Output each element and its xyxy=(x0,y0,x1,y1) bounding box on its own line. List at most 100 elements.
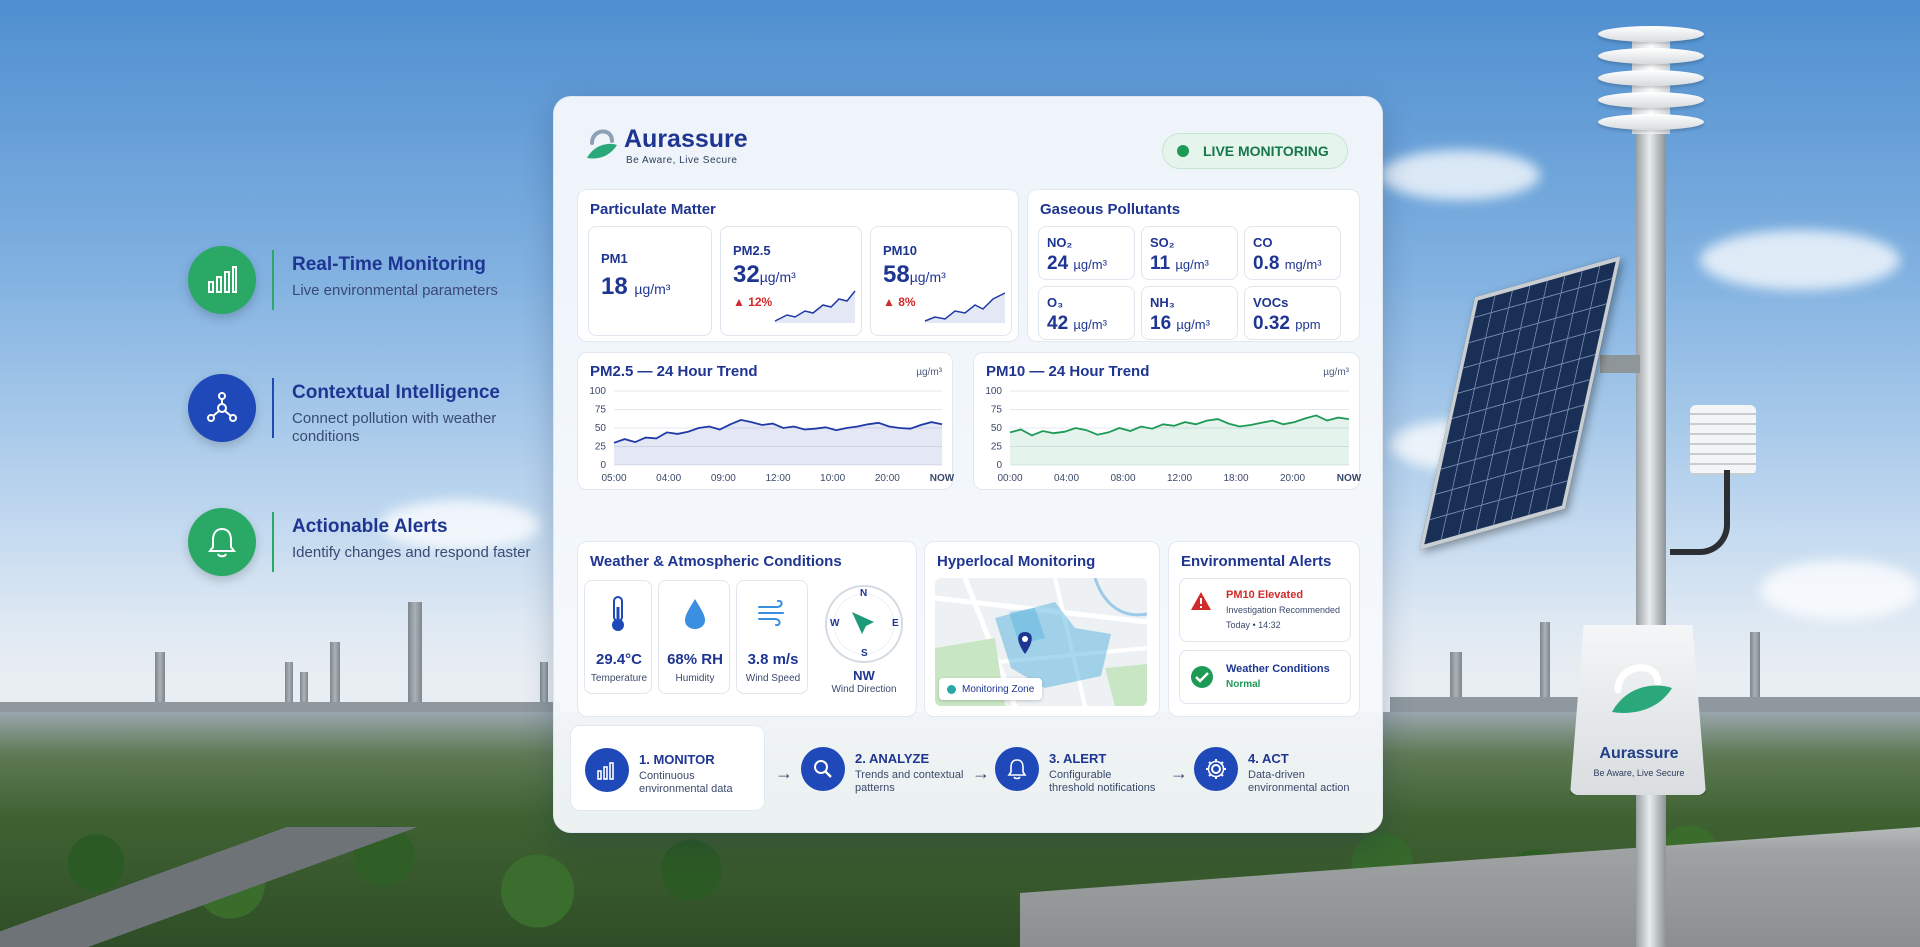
magnifier-icon xyxy=(801,747,845,791)
chart-unit: µg/m³ xyxy=(1323,367,1349,378)
brand-logo-icon xyxy=(587,129,617,159)
step-title: 4. ACT xyxy=(1248,751,1289,766)
pm25-trend-chart[interactable]: 100 75 50 25 0 05:00 04:00 09:00 12:00 10:00 20:00… xyxy=(578,383,954,489)
feature-actionable-alerts: Actionable Alerts Identify changes and r… xyxy=(180,502,560,582)
gas-tile[interactable]: SO₂ 11 µg/m³ xyxy=(1141,226,1238,280)
x-tick-label: 04:00 xyxy=(656,473,681,484)
weather-card: Weather & Atmospheric Conditions 29.4°C … xyxy=(577,541,917,717)
cloud xyxy=(1380,150,1540,200)
gas-tile[interactable]: O₃ 42 µg/m³ xyxy=(1038,286,1135,340)
pm10-trend-chart[interactable]: 100 75 50 25 0 00:00 04:00 08:00 12:00 18:00 20:00… xyxy=(974,383,1361,489)
pm25-tile[interactable]: PM2.5 32µg/m³ ▲ 12% xyxy=(720,226,862,336)
gas-tile[interactable]: NH₃ 16 µg/m³ xyxy=(1141,286,1238,340)
warning-icon xyxy=(1191,592,1211,610)
chart-title: PM2.5 — 24 Hour Trend xyxy=(590,363,758,380)
x-tick-label: 09:00 xyxy=(711,473,736,484)
divider xyxy=(272,378,274,438)
gas-label: SO₂ xyxy=(1150,235,1175,250)
alert-time: Today • 14:32 xyxy=(1226,620,1281,630)
weather-value: 68% RH xyxy=(667,651,723,668)
step-act[interactable]: 4. ACT Data-driven environmental action xyxy=(1170,725,1370,811)
step-title: 3. ALERT xyxy=(1049,751,1107,766)
bar-chart-icon xyxy=(188,246,256,314)
step-title: 2. ANALYZE xyxy=(855,751,930,766)
weather-sensor-cap xyxy=(1598,26,1704,138)
gas-tile[interactable]: NO₂ 24 µg/m³ xyxy=(1038,226,1135,280)
step-desc: Continuous environmental data xyxy=(639,770,733,795)
particulate-matter-card: Particulate Matter PM1 18 µg/m³ PM2.5 32… xyxy=(577,189,1019,342)
weather-value: 3.8 m/s xyxy=(747,651,799,668)
humidity-tile[interactable]: 68% RH Humidity xyxy=(658,580,730,694)
step-desc: Trends and contextual patterns xyxy=(855,769,964,794)
enclosure-brand-name: Aurassure xyxy=(1599,745,1679,762)
alert-title: Weather Conditions xyxy=(1226,663,1330,675)
feature-title: Actionable Alerts xyxy=(292,516,448,537)
bar-chart-icon xyxy=(585,748,629,792)
pm25-trend-card: PM2.5 — 24 Hour Trend µg/m³ 100 75 50 25 0 05… xyxy=(577,352,954,490)
metric-label: PM2.5 xyxy=(733,243,771,258)
metric-label: PM1 xyxy=(601,251,628,266)
wind-icon xyxy=(758,599,784,627)
gas-value: 24 µg/m³ xyxy=(1047,253,1107,274)
sensor-cable xyxy=(1670,470,1730,555)
y-tick-label: 75 xyxy=(595,405,607,416)
series-area xyxy=(1010,415,1349,465)
step-monitor[interactable]: 1. MONITOR Continuous environmental data xyxy=(570,725,765,811)
map-view[interactable]: Monitoring Zone xyxy=(935,578,1147,706)
thermometer-icon xyxy=(612,596,624,631)
zone-dot xyxy=(947,684,956,694)
step-alert[interactable]: 3. ALERT Configurable threshold notifica… xyxy=(975,725,1170,811)
gaseous-pollutants-card: Gaseous Pollutants NO₂ 24 µg/m³ SO₂ 11 µg/m… xyxy=(1027,189,1360,342)
alert-item-weather[interactable]: Weather Conditions Normal xyxy=(1179,650,1351,704)
wind-direction-label: Wind Direction xyxy=(831,684,897,695)
gas-value: 0.8 mg/m³ xyxy=(1253,253,1322,274)
step-analyze[interactable]: 2. ANALYZE Trends and contextual pattern… xyxy=(775,725,970,811)
sparkline xyxy=(924,292,1006,323)
alert-item-pm10[interactable]: PM10 Elevated Investigation Recommended … xyxy=(1179,578,1351,642)
card-title: Hyperlocal Monitoring xyxy=(937,553,1096,570)
weather-label: Wind Speed xyxy=(745,673,801,684)
step-desc: Data-driven environmental action xyxy=(1248,769,1350,794)
x-tick-label: 20:00 xyxy=(1280,473,1305,484)
x-tick-label: 10:00 xyxy=(820,473,845,484)
sensor-pole xyxy=(1636,130,1666,947)
wind-speed-tile[interactable]: 3.8 m/s Wind Speed xyxy=(736,580,808,694)
weather-label: Temperature xyxy=(590,673,648,684)
gas-label: NH₃ xyxy=(1150,295,1175,310)
gas-tile[interactable]: CO 0.8 mg/m³ xyxy=(1244,226,1341,280)
temperature-tile[interactable]: 29.4°C Temperature xyxy=(584,580,652,694)
bell-icon xyxy=(188,508,256,576)
gas-value: 42 µg/m³ xyxy=(1047,313,1107,334)
pm1-tile[interactable]: PM1 18 µg/m³ xyxy=(588,226,712,336)
brand-tagline: Be Aware, Live Secure xyxy=(626,155,738,166)
live-monitoring-badge[interactable]: LIVE MONITORING xyxy=(1162,133,1348,169)
gas-label: NO₂ xyxy=(1047,235,1073,250)
feature-real-time-monitoring: Real-Time Monitoring Live environmental … xyxy=(180,240,560,320)
divider xyxy=(272,250,274,310)
zone-label: Monitoring Zone xyxy=(962,683,1035,695)
wind-compass[interactable]: N S W E NW Wind Direction xyxy=(818,578,910,708)
gas-value: 0.32 ppm xyxy=(1253,313,1321,334)
x-tick-label: 00:00 xyxy=(997,473,1022,484)
y-tick-label: 0 xyxy=(600,460,606,471)
metric-value: 18 µg/m³ xyxy=(601,273,671,300)
live-status-dot xyxy=(1177,145,1189,157)
pm10-tile[interactable]: PM10 58µg/m³ ▲ 8% xyxy=(870,226,1012,336)
network-icon xyxy=(188,374,256,442)
workflow-steps: 1. MONITOR Continuous environmental data… xyxy=(570,725,1370,811)
metric-delta: ▲ 8% xyxy=(883,295,916,309)
gas-label: CO xyxy=(1253,235,1273,250)
alerts-card: Environmental Alerts PM10 Elevated Inves… xyxy=(1168,541,1360,717)
gas-tile[interactable]: VOCs 0.32 ppm xyxy=(1244,286,1341,340)
compass-e: E xyxy=(892,618,899,629)
check-circle-icon xyxy=(1191,666,1213,688)
radiation-shield xyxy=(1690,405,1756,475)
compass-s: S xyxy=(861,648,868,659)
compass-n: N xyxy=(860,588,868,599)
y-tick-label: 25 xyxy=(595,442,607,453)
metric-value: 32µg/m³ xyxy=(733,261,796,288)
metric-value: 58µg/m³ xyxy=(883,261,946,288)
x-tick-label: 12:00 xyxy=(1167,473,1192,484)
weather-value: 29.4°C xyxy=(595,651,643,668)
card-title: Weather & Atmospheric Conditions xyxy=(590,553,842,570)
